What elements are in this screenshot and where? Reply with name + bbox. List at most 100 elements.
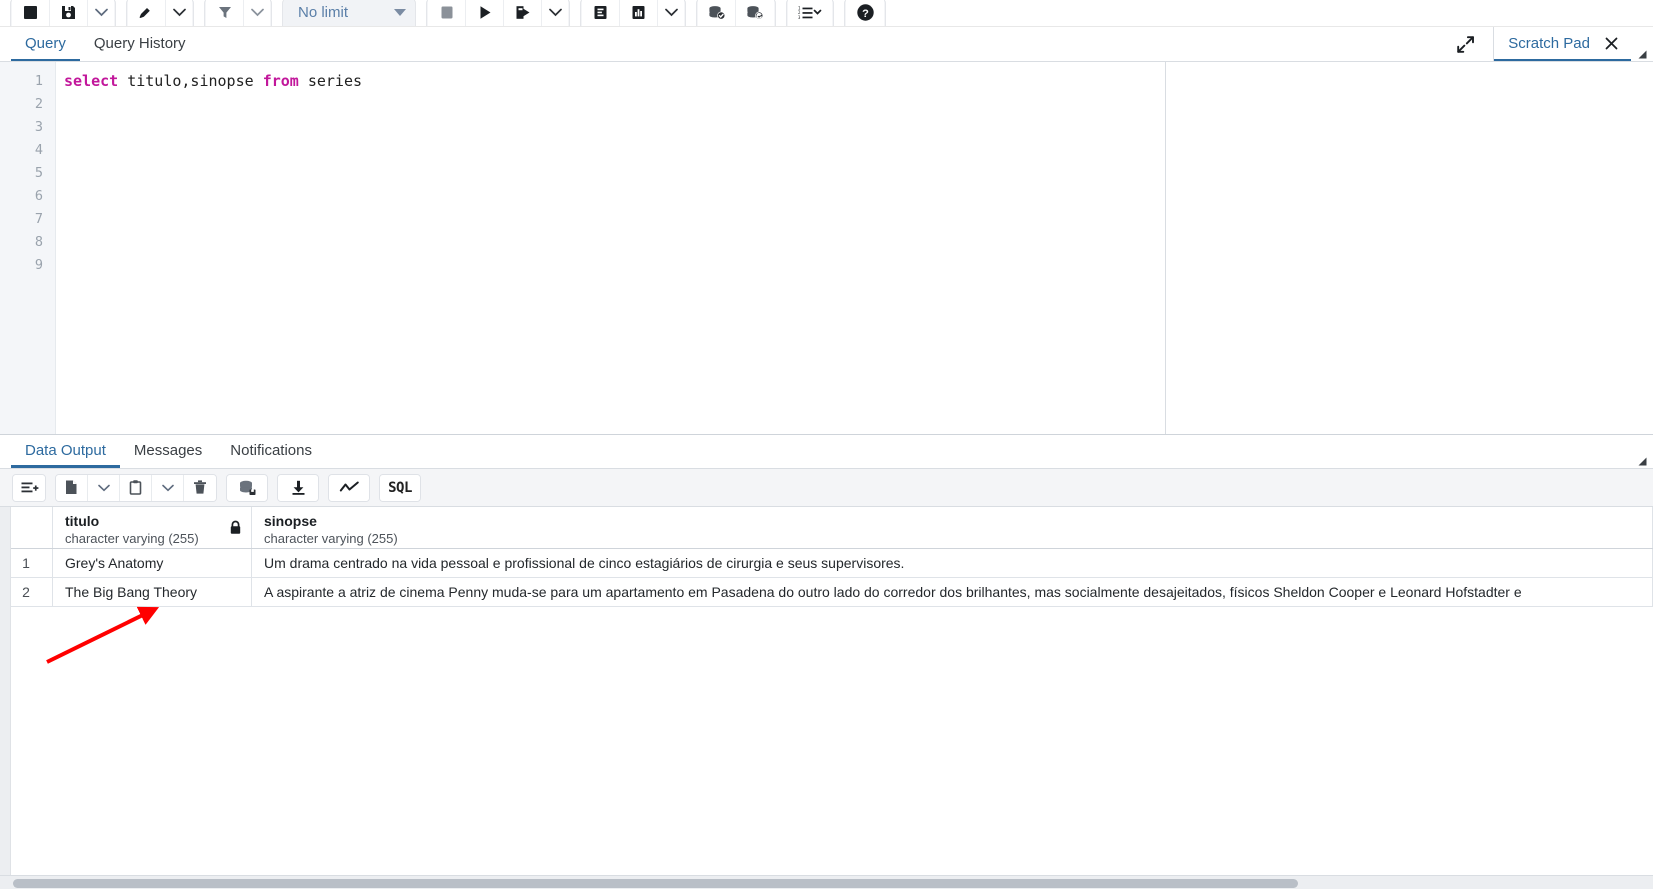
cell-sinopse[interactable]: A aspirante a atriz de cinema Penny muda… — [252, 578, 1653, 606]
explain-dropdown-caret-icon[interactable] — [658, 0, 684, 26]
add-row-icon[interactable] — [13, 474, 45, 501]
cell-titulo[interactable]: Grey's Anatomy — [53, 549, 252, 577]
transaction-toolbar-group — [696, 0, 776, 26]
graph-group — [328, 473, 370, 502]
save-file-icon[interactable] — [50, 0, 88, 26]
macros-toolbar-group: 1 2 3 — [786, 0, 834, 26]
sql-group: SQL — [379, 473, 421, 502]
delete-trash-icon[interactable] — [184, 474, 216, 501]
scratch-pad-content[interactable] — [1166, 62, 1653, 434]
filter-dropdown-caret-icon[interactable] — [244, 0, 270, 26]
tab-notifications[interactable]: Notifications — [216, 435, 326, 468]
copy-dropdown-caret-icon[interactable] — [88, 474, 120, 501]
table-row[interactable]: 1 Grey's Anatomy Um drama centrado na vi… — [0, 549, 1653, 578]
tab-notifications-label: Notifications — [230, 441, 312, 459]
chevron-down-icon — [394, 9, 406, 16]
tab-query[interactable]: Query — [11, 27, 80, 61]
panel-menu-arrow-icon[interactable] — [1631, 27, 1653, 61]
graph-visualiser-icon[interactable] — [329, 474, 369, 501]
expand-panel-icon[interactable] — [1437, 27, 1493, 61]
row-limit-value: No limit — [298, 4, 349, 21]
sql-button-label: SQL — [388, 479, 412, 496]
svg-text:?: ? — [862, 8, 869, 20]
column-header-sinopse[interactable]: sinopse character varying (255) — [252, 507, 1653, 548]
save-data-changes-icon[interactable] — [227, 474, 267, 501]
column-header-titulo[interactable]: titulo character varying (255) — [53, 507, 252, 548]
copy-icon[interactable] — [56, 474, 88, 501]
row-limit-select[interactable]: No limit — [284, 0, 414, 26]
open-file-icon[interactable] — [12, 0, 50, 26]
horizontal-scrollbar-thumb[interactable] — [13, 879, 1298, 888]
save-data-group — [226, 473, 268, 502]
explain-analyze-icon[interactable] — [620, 0, 658, 26]
save-dropdown-caret-icon[interactable] — [88, 0, 114, 26]
help-toolbar-group: ? — [844, 0, 886, 26]
execute-dropdown-caret-icon[interactable] — [542, 0, 568, 26]
tab-scratch-pad-label: Scratch Pad — [1508, 34, 1590, 52]
sql-table: series — [298, 72, 363, 90]
edit-dropdown-caret-icon[interactable] — [166, 0, 192, 26]
download-group — [277, 473, 319, 502]
editor-line-numbers: 12345 6789 — [0, 62, 56, 434]
execute-play-icon[interactable] — [466, 0, 504, 26]
lock-icon — [229, 520, 242, 540]
tab-query-history-label: Query History — [93, 34, 186, 52]
results-panel-menu-arrow-icon[interactable] — [1631, 435, 1653, 468]
file-toolbar-group — [10, 0, 116, 26]
results-tab-strip: Data Output Messages Notifications — [0, 435, 1653, 469]
column-type-titulo: character varying (255) — [65, 530, 199, 546]
tab-scratch-pad[interactable]: Scratch Pad — [1494, 27, 1631, 61]
column-name-titulo: titulo — [65, 512, 100, 529]
stop-query-icon[interactable] — [428, 0, 466, 26]
tab-data-output[interactable]: Data Output — [11, 435, 120, 468]
column-type-sinopse: character varying (255) — [264, 530, 398, 546]
clipboard-group — [55, 473, 217, 502]
edit-pencil-icon[interactable] — [128, 0, 166, 26]
table-row[interactable]: 2 The Big Bang Theory A aspirante a atri… — [0, 578, 1653, 607]
execute-toolbar-group — [426, 0, 570, 26]
cell-titulo[interactable]: The Big Bang Theory — [53, 578, 252, 606]
edit-toolbar-group — [126, 0, 194, 26]
column-name-sinopse: sinopse — [264, 512, 317, 529]
rollback-icon[interactable] — [736, 0, 774, 26]
grid-left-rail — [0, 507, 11, 875]
close-icon[interactable] — [1604, 36, 1619, 51]
sql-editor[interactable]: 12345 6789 select titulo,sinopse from se… — [0, 62, 1166, 434]
tab-query-label: Query — [25, 34, 66, 52]
data-grid[interactable]: titulo character varying (255) sinopse c… — [0, 507, 1653, 875]
sql-editor-content[interactable]: select titulo,sinopse from series — [56, 62, 1165, 434]
tab-query-history[interactable]: Query History — [80, 27, 200, 61]
tab-data-output-label: Data Output — [25, 441, 106, 459]
sql-columns: titulo,sinopse — [118, 72, 263, 90]
horizontal-scrollbar[interactable] — [0, 875, 1653, 889]
query-tab-strip: Query Query History Scratch Pad — [0, 27, 1653, 62]
row-limit-group: No limit — [282, 0, 416, 26]
results-tab-spacer — [326, 435, 1631, 468]
results-toolbar: SQL — [0, 469, 1653, 507]
commit-icon[interactable] — [698, 0, 736, 26]
cell-sinopse[interactable]: Um drama centrado na vida pessoal e prof… — [252, 549, 1653, 577]
filter-toolbar-group — [204, 0, 272, 26]
main-toolbar: No limit 1 2 3 ? — [0, 0, 1653, 27]
query-tool-window: No limit 1 2 3 ? Query Query History Scr… — [0, 0, 1653, 889]
filter-funnel-icon[interactable] — [206, 0, 244, 26]
grid-header-row: titulo character varying (255) sinopse c… — [0, 507, 1653, 549]
execute-script-icon[interactable] — [504, 0, 542, 26]
editor-area: 12345 6789 select titulo,sinopse from se… — [0, 62, 1653, 434]
explain-icon[interactable] — [582, 0, 620, 26]
query-sql-icon[interactable]: SQL — [380, 474, 420, 501]
query-tab-spacer — [200, 27, 1438, 61]
sql-keyword-from: from — [262, 72, 299, 90]
paste-icon[interactable] — [120, 474, 152, 501]
data-grid-inner: titulo character varying (255) sinopse c… — [0, 507, 1653, 607]
paste-dropdown-caret-icon[interactable] — [152, 474, 184, 501]
tab-messages[interactable]: Messages — [120, 435, 216, 468]
explain-toolbar-group — [580, 0, 686, 26]
sql-keyword-select: select — [64, 72, 119, 90]
help-icon[interactable]: ? — [846, 0, 884, 26]
add-row-group — [12, 473, 46, 502]
svg-text:3: 3 — [798, 15, 801, 20]
macros-list-icon[interactable]: 1 2 3 — [788, 0, 832, 26]
tab-messages-label: Messages — [133, 441, 203, 459]
download-icon[interactable] — [278, 474, 318, 501]
